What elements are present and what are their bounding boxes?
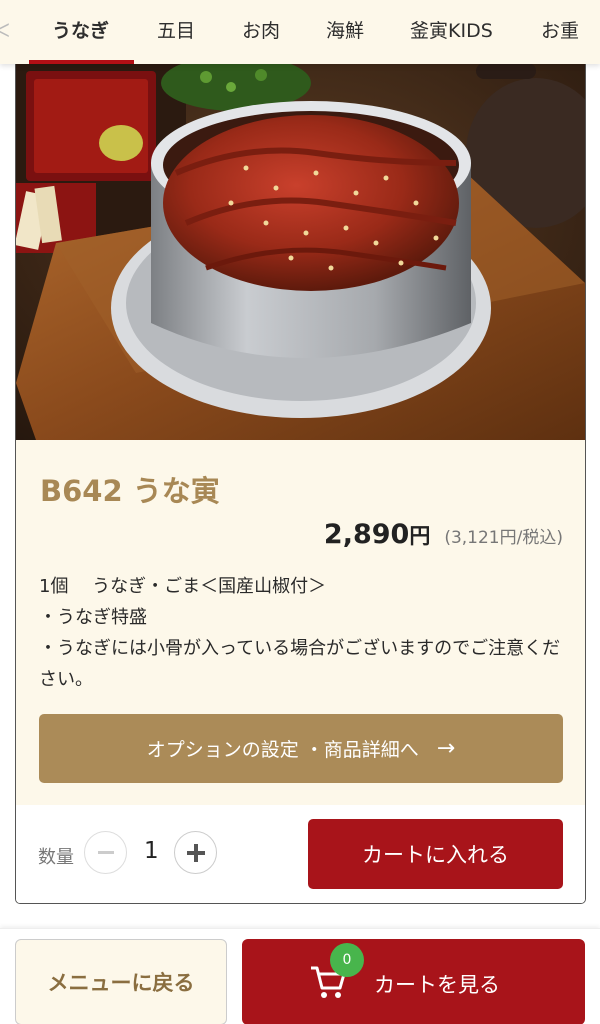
price-row: 2,890円 (3,121円/税込) [324,519,563,550]
description-line: ・うなぎには小骨が入っている場合がございますのでご注意ください。 [39,638,561,690]
bottom-action-bar: メニューに戻る 0 カートを見る [0,928,600,1024]
quantity-decrement-button[interactable] [84,831,127,874]
quantity-increment-button[interactable] [174,831,217,874]
tab-kids[interactable]: 釜寅KIDS [410,0,493,64]
tab-overflow-left[interactable]: ᐸ [0,0,10,64]
tab-ojuu[interactable]: お重 [541,0,579,64]
arrow-right-icon: → [436,736,456,761]
product-card: B642 うな寅 2,890円 (3,121円/税込) 1個 うなぎ・ごま＜国産山… [15,52,586,904]
tab-seafood[interactable]: 海鮮 [326,0,364,64]
description-line: 1個 うなぎ・ごま＜国産山椒付＞ [39,576,327,597]
view-cart-button[interactable]: 0 カートを見る [242,939,585,1024]
tab-gomoku[interactable]: 五目 [157,0,195,64]
plus-icon [186,843,205,862]
quantity-label: 数量 [38,847,74,868]
quantity-value: 1 [144,838,159,864]
add-to-cart-button[interactable]: カートに入れる [308,819,563,889]
product-photo[interactable] [16,53,585,440]
active-tab-indicator [29,60,134,64]
product-title: B642 うな寅 [40,474,220,508]
option-settings-button[interactable]: オプションの設定 ・商品詳細へ → [39,714,563,783]
view-cart-label: カートを見る [374,973,500,997]
tab-unagi[interactable]: うなぎ [52,0,109,64]
description-line: ・うなぎ特盛 [39,607,147,628]
tab-meat[interactable]: お肉 [242,0,280,64]
quantity-area: 数量 1 カートに入れる [16,805,585,903]
price-value: 2,890 [323,519,410,550]
price-tax-included: (3,121円/税込) [444,528,563,548]
cart-count-badge: 0 [330,943,364,977]
option-button-label: オプションの設定 ・商品詳細へ [146,739,419,761]
category-tab-bar: ᐸ うなぎ 五目 お肉 海鮮 釜寅KIDS お重 [0,0,600,64]
minus-icon [97,851,114,854]
product-description: 1個 うなぎ・ごま＜国産山椒付＞ ・うなぎ特盛 ・うなぎには小骨が入っている場合… [39,571,569,695]
back-to-menu-button[interactable]: メニューに戻る [15,939,227,1024]
unagi-kamameshi-photo-icon [16,53,585,440]
price-unit: 円 [409,524,431,548]
